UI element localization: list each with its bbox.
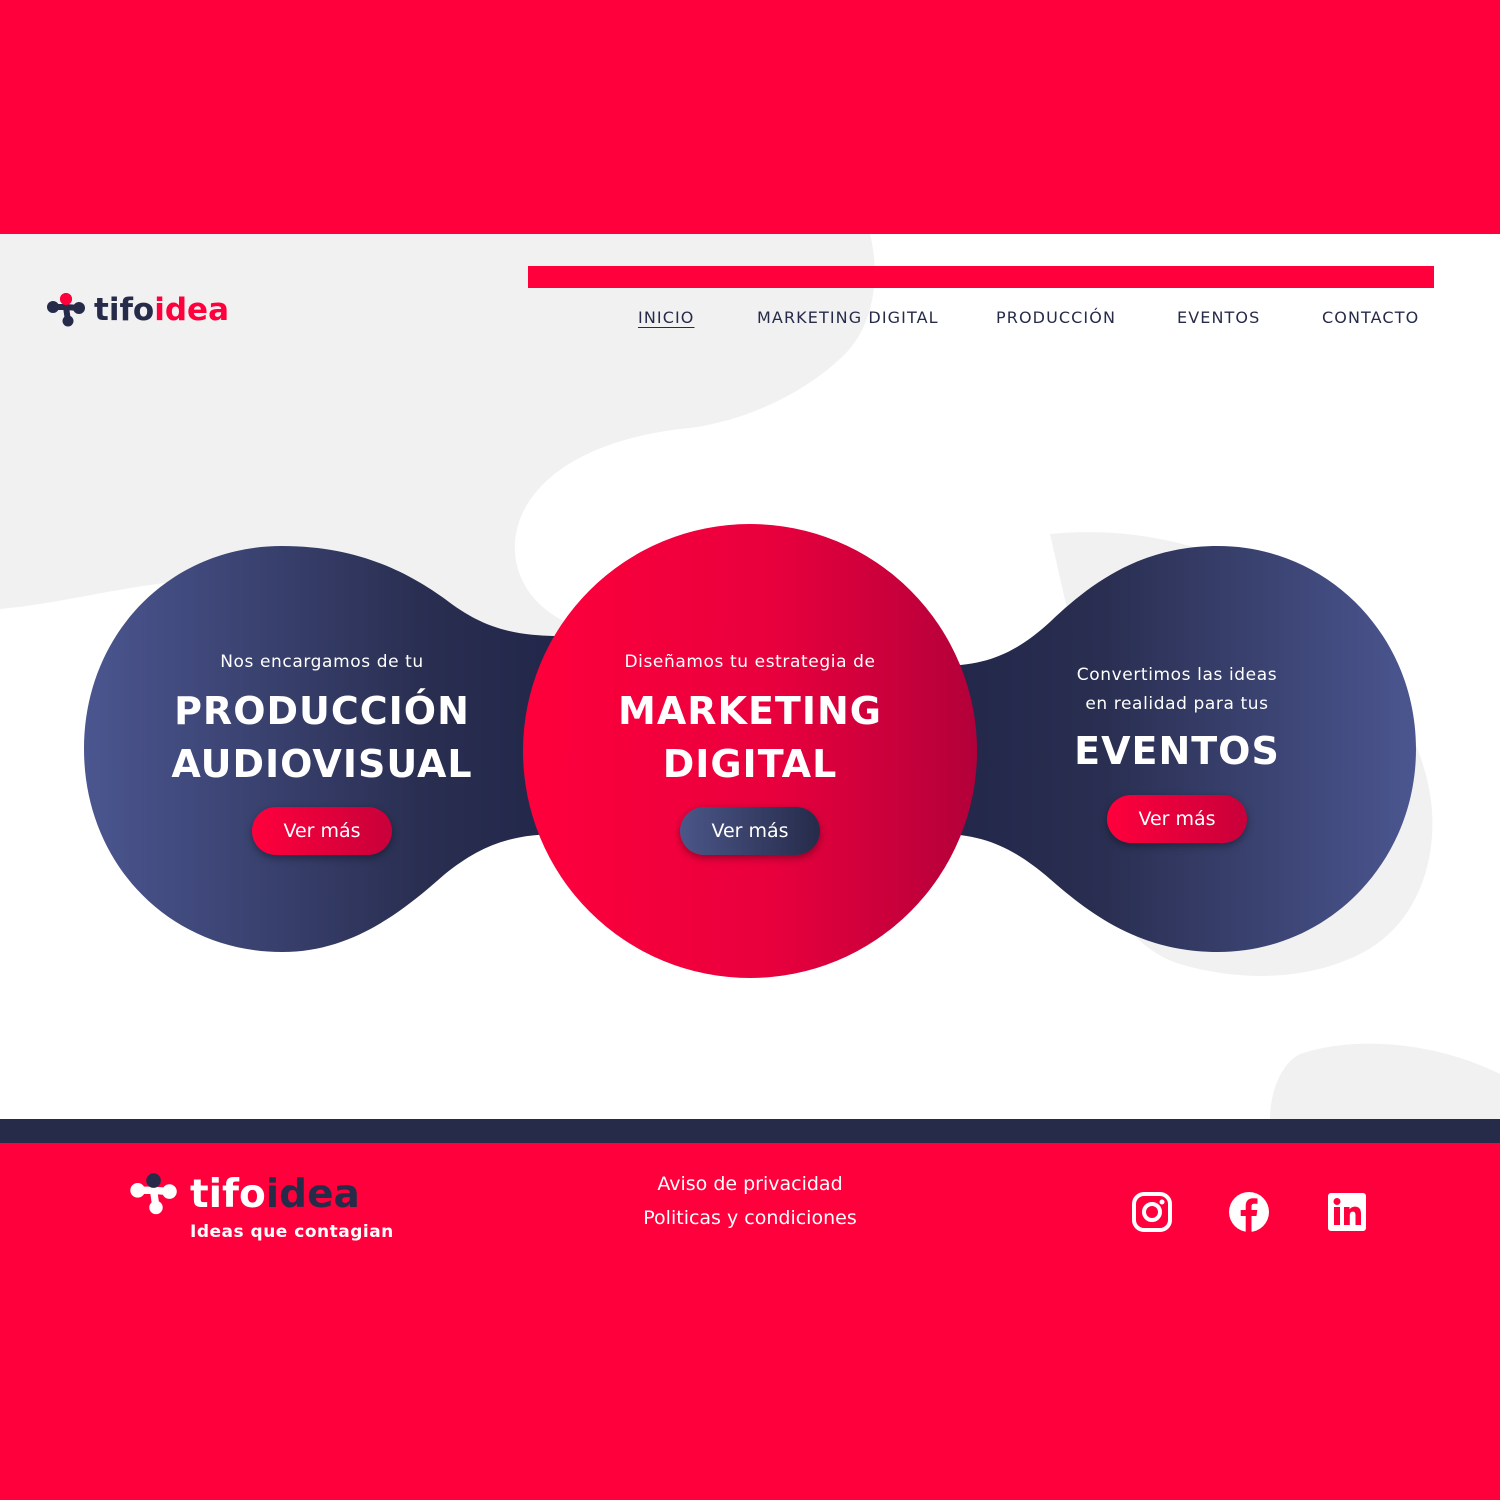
footer-tagline: Ideas que contagian — [190, 1222, 394, 1242]
left-intro: Nos encargamos de tu — [220, 652, 424, 672]
terms-link[interactable]: Politicas y condiciones — [600, 1201, 900, 1235]
linkedin-icon[interactable] — [1325, 1190, 1369, 1234]
footer-logo[interactable]: tifo idea — [126, 1172, 360, 1216]
footer-logo-text-tifo: tifo — [190, 1171, 266, 1217]
ver-mas-eventos-button[interactable]: Ver más — [1107, 795, 1247, 843]
facebook-icon[interactable] — [1227, 1190, 1271, 1234]
website-frame: tifo idea INICIO MARKETING DIGITAL PRODUC… — [0, 234, 1500, 1264]
footer-divider — [0, 1119, 1500, 1143]
footer-links: Aviso de privacidad Politicas y condicio… — [600, 1167, 900, 1235]
ver-mas-produccion-button[interactable]: Ver más — [252, 807, 392, 855]
ver-mas-marketing-button[interactable]: Ver más — [680, 807, 820, 855]
left-title-line2: AUDIOVISUAL — [171, 742, 473, 786]
right-intro-line1: Convertimos las ideas — [1076, 665, 1278, 685]
right-intro-line2: en realidad para tus — [1085, 694, 1269, 714]
tifoidea-logo-icon — [130, 1173, 177, 1215]
center-intro: Diseñamos tu estrategia de — [624, 652, 876, 672]
center-title-line2: DIGITAL — [662, 742, 838, 786]
right-title: EVENTOS — [1074, 729, 1280, 773]
left-title-line1: PRODUCCIÓN — [174, 689, 470, 733]
center-title-line1: MARKETING — [618, 689, 882, 733]
instagram-icon[interactable] — [1130, 1190, 1174, 1234]
footer-logo-text-idea: idea — [265, 1171, 360, 1217]
privacy-link[interactable]: Aviso de privacidad — [600, 1167, 900, 1201]
